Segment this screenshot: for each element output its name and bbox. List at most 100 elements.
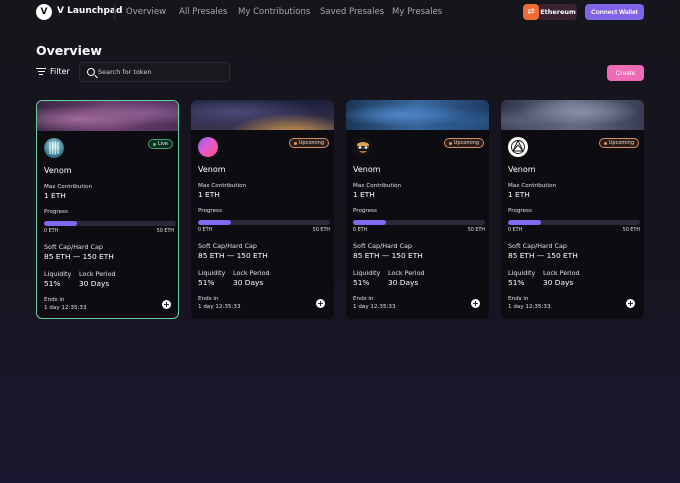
liquidity-value: 51% xyxy=(508,278,525,287)
cap-label: Soft Cap/Hard Cap xyxy=(353,242,412,250)
card-title: Venom xyxy=(198,165,226,174)
presale-card[interactable]: Upcoming Venom Max Contribution 1 ETH Pr… xyxy=(191,100,334,319)
add-icon[interactable]: + xyxy=(316,299,325,308)
search-box xyxy=(79,62,230,82)
nav-saved-presales[interactable]: Saved Presales xyxy=(320,7,384,17)
filter-button[interactable]: Filter xyxy=(36,67,70,76)
progress-max: 50 ETH xyxy=(622,228,640,233)
presale-card[interactable]: Live Venom Max Contribution 1 ETH Progre… xyxy=(36,100,179,319)
nav-all-presales[interactable]: All Presales xyxy=(179,7,227,17)
card-title: Venom xyxy=(44,166,72,175)
nav-overview[interactable]: Overview xyxy=(126,7,166,17)
progress-bar xyxy=(508,220,640,225)
cap-label: Soft Cap/Hard Cap xyxy=(44,243,103,251)
lock-period-value: 30 Days xyxy=(233,278,264,287)
progress-min: 0 ETH xyxy=(198,228,213,233)
filter-icon xyxy=(36,67,46,76)
create-button[interactable]: Create xyxy=(607,65,644,81)
status-dot xyxy=(448,141,452,145)
progress-max: 50 ETH xyxy=(312,228,330,233)
progress-label: Progress xyxy=(353,208,377,214)
presale-card[interactable]: Upcoming Venom Max Contribution 1 ETH Pr… xyxy=(501,100,644,319)
connect-wallet-button[interactable]: Connect Wallet xyxy=(585,4,644,20)
status-dot xyxy=(603,141,607,145)
card-banner-image xyxy=(37,101,178,131)
progress-bar xyxy=(44,221,176,226)
liquidity-value: 51% xyxy=(44,279,61,288)
venom-logo-icon xyxy=(44,138,64,158)
progress-fill xyxy=(198,220,231,225)
progress-min: 0 ETH xyxy=(44,229,59,234)
liquidity-value: 51% xyxy=(353,278,370,287)
max-contribution-value: 1 ETH xyxy=(198,190,220,199)
card-title: Venom xyxy=(508,165,536,174)
cap-value: 85 ETH — 150 ETH xyxy=(353,251,423,260)
nav-my-contributions[interactable]: My Contributions xyxy=(238,7,310,17)
progress-fill xyxy=(44,221,77,226)
ends-in-value: 1 day 12:35:33 xyxy=(198,304,241,310)
progress-min: 0 ETH xyxy=(508,228,523,233)
progress-label: Progress xyxy=(508,208,532,214)
geometric-logo-icon xyxy=(508,137,528,157)
ends-in-label: Ends in xyxy=(198,296,219,302)
max-contribution-label: Max Contribution xyxy=(198,183,247,189)
cartoon-avatar-icon xyxy=(353,137,373,157)
ends-in-value: 1 day 12:35:33 xyxy=(353,304,396,310)
add-icon[interactable]: + xyxy=(471,299,480,308)
presale-card[interactable]: Upcoming Venom Max Contribution 1 ETH Pr… xyxy=(346,100,489,319)
progress-label: Progress xyxy=(198,208,222,214)
progress-bar xyxy=(353,220,485,225)
ends-in-label: Ends in xyxy=(508,296,529,302)
lock-period-label: Lock Period xyxy=(79,270,116,278)
liquidity-label: Liquidity xyxy=(198,269,226,277)
cap-label: Soft Cap/Hard Cap xyxy=(508,242,567,250)
progress-bar xyxy=(198,220,330,225)
status-badge: Upcoming xyxy=(598,138,639,148)
progress-fill xyxy=(508,220,541,225)
status-badge: Live xyxy=(147,139,173,149)
add-icon[interactable]: + xyxy=(626,299,635,308)
max-contribution-label: Max Contribution xyxy=(353,183,402,189)
nav-my-presales[interactable]: My Presales xyxy=(392,7,442,17)
add-icon[interactable]: + xyxy=(162,300,171,309)
ends-in-label: Ends in xyxy=(353,296,374,302)
ends-in-value: 1 day 12:35:33 xyxy=(44,305,87,311)
progress-label: Progress xyxy=(44,209,68,215)
gradient-orb-icon xyxy=(198,137,218,157)
top-bar: V V Launchpad Overview All Presales My C… xyxy=(0,0,680,24)
app-logo-icon[interactable]: V xyxy=(36,4,52,20)
network-selector[interactable]: Ethereum xyxy=(539,4,577,20)
cap-value: 85 ETH — 150 ETH xyxy=(198,251,268,260)
filter-label: Filter xyxy=(50,67,70,76)
max-contribution-label: Max Contribution xyxy=(508,183,557,189)
status-dot xyxy=(152,142,156,146)
max-contribution-value: 1 ETH xyxy=(44,191,66,200)
status-dot xyxy=(293,141,297,145)
lock-period-value: 30 Days xyxy=(79,279,110,288)
lock-period-value: 30 Days xyxy=(388,278,419,287)
progress-max: 50 ETH xyxy=(467,228,485,233)
header-divider xyxy=(114,3,115,21)
max-contribution-value: 1 ETH xyxy=(353,190,375,199)
lock-period-label: Lock Period xyxy=(388,269,425,277)
page-title: Overview xyxy=(36,43,102,58)
app-brand[interactable]: V Launchpad xyxy=(57,6,122,16)
max-contribution-label: Max Contribution xyxy=(44,184,93,190)
lock-period-label: Lock Period xyxy=(543,269,580,277)
search-input[interactable] xyxy=(98,66,226,78)
cap-label: Soft Cap/Hard Cap xyxy=(198,242,257,250)
liquidity-value: 51% xyxy=(198,278,215,287)
cap-value: 85 ETH — 150 ETH xyxy=(44,252,114,261)
swap-icon[interactable]: ⇄ xyxy=(523,4,539,20)
progress-fill xyxy=(353,220,386,225)
liquidity-label: Liquidity xyxy=(44,270,72,278)
lock-period-label: Lock Period xyxy=(233,269,270,277)
ends-in-label: Ends in xyxy=(44,297,65,303)
progress-min: 0 ETH xyxy=(353,228,368,233)
status-badge: Upcoming xyxy=(443,138,484,148)
card-banner-image xyxy=(191,100,334,130)
liquidity-label: Liquidity xyxy=(353,269,381,277)
ends-in-value: 1 day 12:35:33 xyxy=(508,304,551,310)
cap-value: 85 ETH — 150 ETH xyxy=(508,251,578,260)
max-contribution-value: 1 ETH xyxy=(508,190,530,199)
